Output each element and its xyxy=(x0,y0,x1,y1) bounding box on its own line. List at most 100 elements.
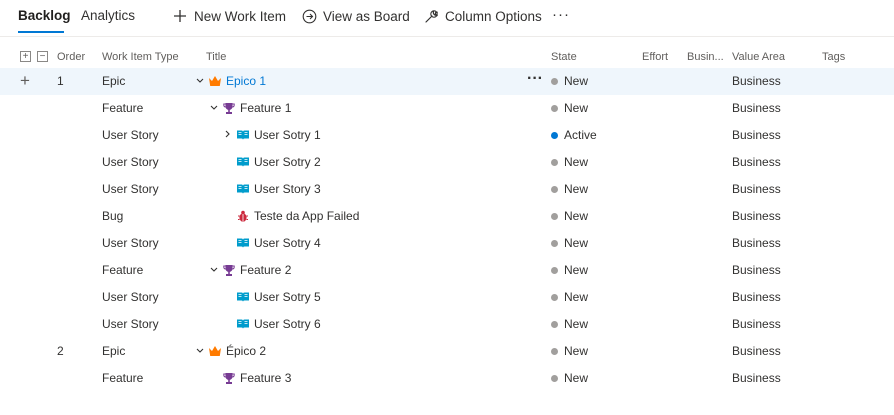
bug-icon xyxy=(236,209,250,223)
column-header-work-item-type[interactable]: Work Item Type xyxy=(102,51,179,63)
work-item-title-link[interactable]: Epico 1 xyxy=(226,74,266,88)
cell-state: New xyxy=(551,74,588,88)
cell-state: New xyxy=(551,236,588,250)
toolbar-divider xyxy=(0,36,894,37)
chevron-down-icon[interactable] xyxy=(208,103,220,113)
work-item-title-link[interactable]: User Story 3 xyxy=(254,182,321,196)
collapse-all-button[interactable]: − xyxy=(37,51,48,62)
crown-icon xyxy=(208,74,222,88)
cell-work-item-type: User Story xyxy=(102,155,159,169)
column-header-value-area[interactable]: Value Area xyxy=(732,51,785,63)
chevron-right-icon[interactable] xyxy=(222,130,234,140)
work-item-title-link[interactable]: User Sotry 5 xyxy=(254,290,321,304)
book-icon xyxy=(236,236,250,250)
work-item-title-link[interactable]: Feature 1 xyxy=(240,101,291,115)
work-item-title-link[interactable]: User Sotry 2 xyxy=(254,155,321,169)
work-item-title-link[interactable]: Feature 2 xyxy=(240,263,291,277)
column-header-state[interactable]: State xyxy=(551,51,577,63)
book-icon xyxy=(236,182,250,196)
cell-state: New xyxy=(551,209,588,223)
work-item-title-link[interactable]: Feature 3 xyxy=(240,371,291,385)
crown-icon xyxy=(208,344,222,358)
expand-all-button[interactable]: + xyxy=(20,51,31,62)
view-as-board-button[interactable]: View as Board xyxy=(301,7,410,25)
tab-analytics[interactable]: Analytics xyxy=(81,8,135,23)
table-row[interactable]: 2 Epic Épico 2 New Business xyxy=(0,338,894,365)
more-actions-button[interactable]: ··· xyxy=(552,6,570,23)
state-dot-icon xyxy=(551,104,558,112)
state-label: New xyxy=(564,155,589,169)
cell-state: New xyxy=(551,182,588,196)
cell-state: New xyxy=(551,155,588,169)
state-label: New xyxy=(564,263,589,277)
cell-state: New xyxy=(551,344,588,358)
state-dot-icon xyxy=(551,158,558,166)
cell-title: User Story 3 xyxy=(222,182,321,196)
table-row[interactable]: User Story User Sotry 4 New Business xyxy=(0,230,894,257)
state-dot-icon xyxy=(551,239,558,247)
table-row[interactable]: Feature Feature 2 New Business xyxy=(0,257,894,284)
cell-value-area: Business xyxy=(732,182,781,196)
column-header-tags[interactable]: Tags xyxy=(822,51,845,63)
cell-title: Epico 1 xyxy=(194,74,266,88)
chevron-down-icon[interactable] xyxy=(208,265,220,275)
trophy-icon xyxy=(222,371,236,385)
cell-work-item-type: Feature xyxy=(102,101,144,115)
table-row[interactable]: User Story User Story 3 New Business xyxy=(0,176,894,203)
state-dot-icon xyxy=(551,212,558,220)
cell-work-item-type: Epic xyxy=(102,74,126,88)
cell-state: New xyxy=(551,290,588,304)
new-work-item-button[interactable]: New Work Item xyxy=(172,7,286,25)
cell-value-area: Business xyxy=(732,290,781,304)
cell-order: 1 xyxy=(57,74,64,88)
work-item-title-link[interactable]: User Sotry 1 xyxy=(254,128,321,142)
cell-value-area: Business xyxy=(732,101,781,115)
cell-title: User Sotry 6 xyxy=(222,317,321,331)
state-dot-icon xyxy=(551,266,558,274)
column-options-button[interactable]: Column Options xyxy=(423,7,542,25)
book-icon xyxy=(236,290,250,304)
work-item-title-link[interactable]: Teste da App Failed xyxy=(254,209,359,223)
wrench-icon xyxy=(423,8,439,24)
cell-title: Épico 2 xyxy=(194,344,266,358)
cell-order: 2 xyxy=(57,344,64,358)
table-row[interactable]: Feature Feature 3 New Business xyxy=(0,365,894,392)
column-header-order[interactable]: Order xyxy=(57,51,85,63)
cell-work-item-type: User Story xyxy=(102,182,159,196)
work-item-title-link[interactable]: User Sotry 4 xyxy=(254,236,321,250)
table-row[interactable]: User Story User Sotry 1 Active Business xyxy=(0,122,894,149)
chevron-down-icon[interactable] xyxy=(194,346,206,356)
table-row[interactable]: User Story User Sotry 2 New Business xyxy=(0,149,894,176)
cell-value-area: Business xyxy=(732,263,781,277)
work-item-title-link[interactable]: User Sotry 6 xyxy=(254,317,321,331)
cell-value-area: Business xyxy=(732,317,781,331)
cell-value-area: Business xyxy=(732,209,781,223)
state-dot-icon xyxy=(551,374,558,382)
table-row[interactable]: +1 Epic Epico 1 ··· New Business xyxy=(0,68,894,95)
table-row[interactable]: User Story User Sotry 5 New Business xyxy=(0,284,894,311)
state-dot-icon xyxy=(551,185,558,193)
column-header-title[interactable]: Title xyxy=(206,51,226,63)
cell-work-item-type: User Story xyxy=(102,128,159,142)
column-header-effort[interactable]: Effort xyxy=(642,51,668,63)
active-tab-indicator xyxy=(18,31,64,33)
work-item-title-link[interactable]: Épico 2 xyxy=(226,344,266,358)
column-header-business-value[interactable]: Busin... xyxy=(687,51,724,63)
state-dot-icon xyxy=(551,77,558,85)
plus-icon xyxy=(172,8,188,24)
add-child-button[interactable]: + xyxy=(20,71,30,91)
book-icon xyxy=(236,155,250,169)
tab-backlog[interactable]: Backlog xyxy=(18,8,71,23)
cell-title: Feature 2 xyxy=(208,263,291,277)
cell-value-area: Business xyxy=(732,74,781,88)
table-row[interactable]: User Story User Sotry 6 New Business xyxy=(0,311,894,338)
cell-work-item-type: User Story xyxy=(102,236,159,250)
chevron-down-icon[interactable] xyxy=(194,76,206,86)
cell-work-item-type: Epic xyxy=(102,344,126,358)
cell-work-item-type: Feature xyxy=(102,263,144,277)
row-more-actions-button[interactable]: ··· xyxy=(527,70,543,88)
table-row[interactable]: Feature Feature 1 New Business xyxy=(0,95,894,122)
cell-title: Feature 1 xyxy=(208,101,291,115)
table-row[interactable]: Bug Teste da App Failed New Business xyxy=(0,203,894,230)
cell-work-item-type: Bug xyxy=(102,209,124,223)
